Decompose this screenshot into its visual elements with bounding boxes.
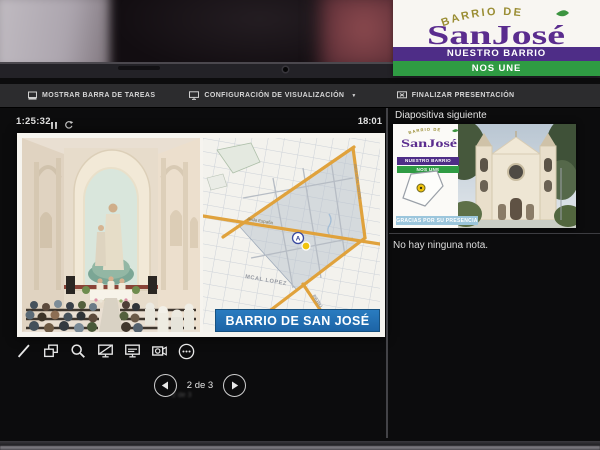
- pen-button[interactable]: [14, 341, 34, 361]
- zoom-icon: [69, 342, 87, 360]
- zoom-slide-button[interactable]: [68, 341, 88, 361]
- prev-slide-icon: [161, 381, 169, 390]
- timer-row: 1:25:32 18:01: [0, 113, 385, 133]
- church-interior-photo: [22, 138, 200, 332]
- camera-button[interactable]: [149, 341, 169, 361]
- show-taskbar-button[interactable]: MOSTRAR BARRA DE TAREAS: [28, 91, 155, 100]
- panel-divider: [386, 108, 388, 438]
- thumb-banner-nuestro: NUESTRO BARRIO: [397, 157, 459, 165]
- neighborhood-map: Avda España MCAL LOPEZ PERU AVDA GRAL SA…: [203, 138, 380, 332]
- svg-text:SanJosé: SanJosé: [427, 20, 565, 48]
- current-slide[interactable]: Avda España MCAL LOPEZ PERU AVDA GRAL SA…: [17, 133, 385, 337]
- next-slide-header: Diapositiva siguiente: [395, 110, 487, 121]
- presenter-toolbar: MOSTRAR BARRA DE TAREAS CONFIGURACIÓN DE…: [0, 84, 600, 108]
- wall-clock: 18:01: [0, 116, 382, 127]
- slide-counter-ghost: 2 de 3: [172, 392, 191, 399]
- thumb-logo-lockup: BARRIO DE SanJosé: [397, 127, 461, 151]
- thumb-footer-banner: GRACIAS POR SU PRESENCIA: [396, 216, 478, 225]
- more-options-button[interactable]: [176, 341, 196, 361]
- next-slide-thumbnail[interactable]: BARRIO DE SanJosé NUESTRO BARRIO NOS UNE…: [393, 124, 576, 228]
- all-slides-button[interactable]: [41, 341, 61, 361]
- subtitles-button[interactable]: [122, 341, 142, 361]
- display-settings-button[interactable]: CONFIGURACIÓN DE VISUALIZACIÓN ▼: [189, 91, 356, 100]
- taskbar-icon: [28, 91, 37, 100]
- map-yellow-dot: [302, 242, 310, 250]
- thumb-logo: BARRIO DE SanJosé NUESTRO BARRIO NOS UNE: [397, 127, 461, 173]
- pen-icon: [15, 342, 33, 360]
- svg-text:BARRIO DE: BARRIO DE: [408, 127, 442, 135]
- church-exterior-photo: [458, 124, 576, 228]
- slide-navigation: 2 de 3: [140, 372, 260, 398]
- leaf-icon: [556, 10, 569, 16]
- display-settings-label: CONFIGURACIÓN DE VISUALIZACIÓN: [204, 92, 344, 99]
- chevron-down-icon: ▼: [351, 93, 356, 99]
- notes-divider: [389, 233, 600, 234]
- notes-text: No hay ninguna nota.: [393, 240, 488, 251]
- webcam: [283, 67, 288, 72]
- mic-slot: [118, 66, 160, 70]
- leaf-icon: [452, 129, 459, 132]
- end-show-button[interactable]: FINALIZAR PRESENTACIÓN: [397, 91, 515, 100]
- presenter-tools: [14, 338, 234, 364]
- slide-counter: 2 de 3: [187, 380, 213, 391]
- end-show-label: FINALIZAR PRESENTACIÓN: [412, 92, 515, 99]
- overlay-banner-nuestro: NUESTRO BARRIO: [393, 47, 600, 61]
- thumb-map-outline: [399, 170, 451, 208]
- show-taskbar-label: MOSTRAR BARRA DE TAREAS: [42, 92, 155, 99]
- all-slides-icon: [42, 342, 60, 360]
- camera-icon: [150, 342, 169, 360]
- svg-text:SanJosé: SanJosé: [401, 136, 458, 150]
- next-slide-icon: [231, 381, 239, 390]
- more-options-icon: [177, 342, 196, 361]
- laptop-base: [0, 446, 600, 450]
- black-screen-button[interactable]: [95, 341, 115, 361]
- display-settings-icon: [189, 91, 199, 100]
- end-show-icon: [397, 91, 407, 100]
- overlay-logo-card: BARRIO DE SanJosé NUESTRO BARRIO NOS UNE: [393, 0, 600, 76]
- overlay-banner-nosune: NOS UNE: [393, 61, 600, 76]
- next-slide-button[interactable]: [223, 374, 246, 397]
- slide-title-banner: BARRIO DE SAN JOSÉ: [215, 309, 380, 332]
- svg-text:A: A: [296, 235, 301, 242]
- black-screen-icon: [96, 342, 115, 360]
- overlay-logo-lockup: BARRIO DE SanJosé: [393, 0, 600, 48]
- photo-of-laptop: MOSTRAR BARRA DE TAREAS CONFIGURACIÓN DE…: [0, 0, 600, 450]
- subtitles-icon: [123, 342, 142, 360]
